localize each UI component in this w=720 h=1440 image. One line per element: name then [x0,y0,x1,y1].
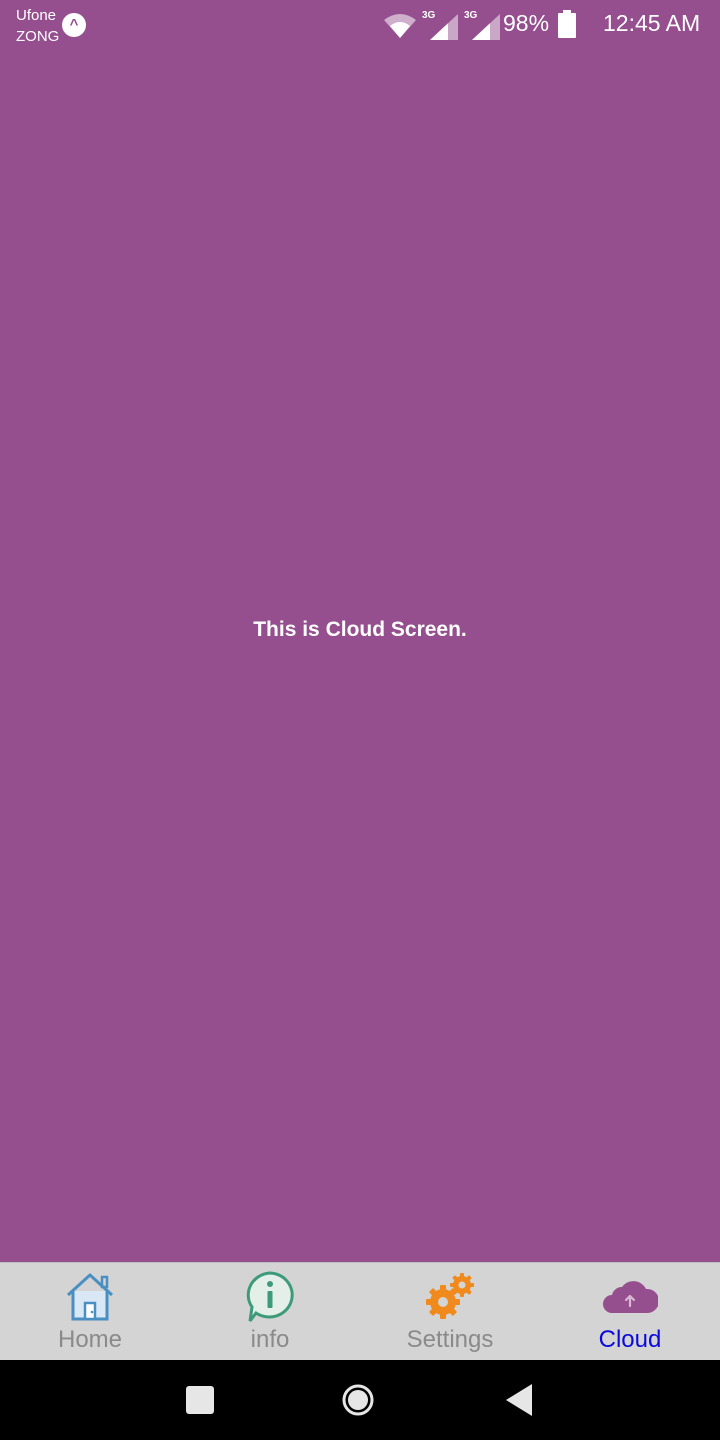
info-icon [246,1271,294,1322]
home-button[interactable] [340,1382,376,1418]
tab-settings-label: Settings [406,1326,494,1353]
signal-icon [472,14,500,40]
home-icon [66,1273,114,1321]
tab-home[interactable]: Home [0,1263,180,1360]
carrier-1: Ufone [16,7,57,24]
battery-icon [558,10,576,38]
gears-icon [426,1273,474,1319]
signal-1: 3G [422,10,462,40]
cloud-upload-icon [603,1281,658,1313]
recents-button[interactable] [182,1382,218,1418]
tab-info-label: info [250,1326,290,1353]
screen-message: This is Cloud Screen. [253,618,467,641]
system-nav-bar [0,1360,720,1440]
tab-info[interactable]: info [180,1263,360,1360]
cloud-screen: Ufone ZONG ^ 3G 3G 98% 12:45 AM This is … [0,0,720,1440]
carrier-names: Ufone ZONG [16,5,59,47]
bottom-tab-bar: Home info Settings Cloud [0,1262,720,1360]
back-button[interactable] [502,1382,538,1418]
wifi-icon [384,14,416,38]
signal-icon [430,14,458,40]
alert-icon: ^ [62,13,86,37]
battery-percentage: 98% [503,10,550,36]
carrier-2: ZONG [16,28,60,45]
signal-2: 3G [464,10,504,40]
clock: 12:45 AM [603,10,701,36]
tab-cloud[interactable]: Cloud [540,1263,720,1360]
tab-cloud-label: Cloud [598,1326,662,1353]
tab-settings[interactable]: Settings [360,1263,540,1360]
status-bar: Ufone ZONG ^ 3G 3G 98% 12:45 AM [0,0,720,52]
square-icon [186,1386,214,1414]
back-triangle-icon [506,1384,532,1416]
tab-home-label: Home [57,1326,123,1353]
